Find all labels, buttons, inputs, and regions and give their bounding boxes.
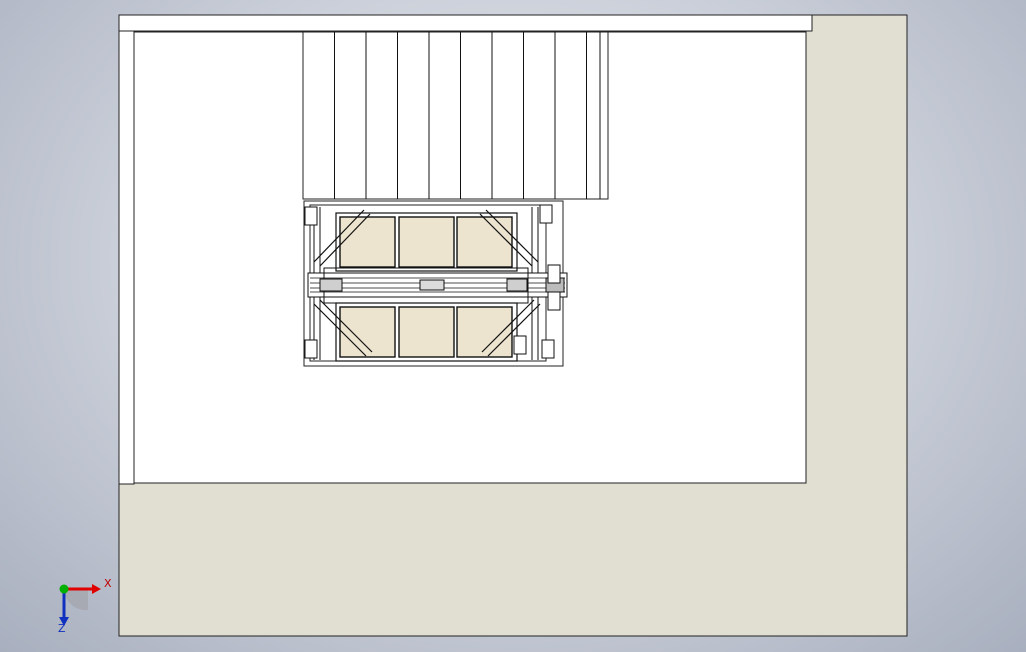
coordinate-triad[interactable]: X Z (58, 577, 112, 635)
rail-slider (419, 279, 445, 291)
machine-frame-assembly[interactable] (303, 200, 568, 367)
triad-shadow (64, 590, 88, 611)
cad-scene[interactable]: X Z (0, 0, 1026, 652)
corner-bracket (304, 206, 318, 226)
rail-motor-left (319, 278, 343, 292)
corner-bracket (547, 291, 561, 311)
corner-bracket (547, 264, 561, 284)
tile-panel (398, 306, 455, 358)
rail-motor-right (506, 278, 528, 292)
corner-bracket (539, 204, 553, 224)
z-axis-label: Z (58, 622, 66, 635)
corner-bracket (541, 339, 555, 359)
graphics-viewport[interactable]: X Z (0, 0, 1026, 652)
corner-bracket (513, 335, 527, 355)
tile-panel (339, 216, 396, 268)
y-axis-dot (59, 584, 69, 594)
x-axis-label: X (104, 577, 112, 590)
ribbed-panel[interactable] (302, 31, 609, 200)
tile-panel (339, 306, 396, 358)
tile-panel (398, 216, 455, 268)
tile-panel (456, 216, 513, 268)
x-axis-arrowhead (92, 584, 101, 594)
corner-bracket (304, 339, 318, 359)
